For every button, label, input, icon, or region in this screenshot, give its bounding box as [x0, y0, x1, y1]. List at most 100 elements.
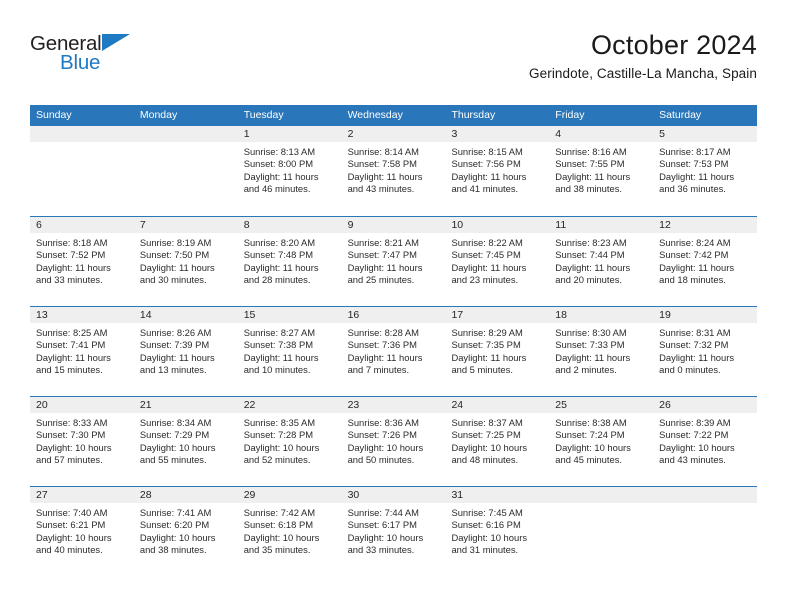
daylight-text-line1: Daylight: 10 hours: [659, 441, 735, 453]
day-number: 3: [451, 128, 458, 140]
day-number-band: 10: [445, 217, 550, 233]
calendar-day-cell[interactable]: 2 Sunrise: 8:14 AM Sunset: 7:58 PM Daylight…: [341, 126, 446, 216]
day-number-band: [30, 126, 134, 142]
day-number: 24: [451, 399, 464, 411]
calendar-day-cell-empty: [549, 487, 654, 576]
sunset-text: Sunset: 7:29 PM: [139, 429, 210, 441]
sunset-text: Sunset: 8:00 PM: [243, 158, 314, 170]
daylight-text-line2: and 36 minutes.: [659, 182, 726, 194]
daylight-text-line1: Daylight: 10 hours: [347, 531, 424, 543]
daylight-text-line2: and 43 minutes.: [347, 182, 415, 194]
calendar-day-cell[interactable]: 27 Sunrise: 7:40 AM Sunset: 6:21 PM Dayligh…: [30, 487, 134, 576]
sunset-text: Sunset: 7:39 PM: [139, 339, 210, 351]
calendar-day-cell-empty: [30, 126, 134, 216]
calendar-day-cell[interactable]: 30 Sunrise: 7:44 AM Sunset: 6:17 PM Dayligh…: [341, 487, 446, 576]
calendar-day-cell[interactable]: 25 Sunrise: 8:38 AM Sunset: 7:24 PM Dayligh…: [549, 397, 654, 486]
day-sun-info: Sunrise: 8:38 AM Sunset: 7:24 PM Daylight:…: [549, 413, 653, 466]
calendar-day-cell[interactable]: 4 Sunrise: 8:16 AM Sunset: 7:55 PM Daylight…: [549, 126, 654, 216]
day-number-band: 11: [549, 217, 654, 233]
day-number: 11: [555, 219, 567, 231]
calendar-day-cell[interactable]: 28 Sunrise: 7:41 AM Sunset: 6:20 PM Dayligh…: [133, 487, 238, 576]
day-number-band: [549, 487, 654, 503]
daylight-text-line2: and 46 minutes.: [243, 182, 311, 194]
calendar-day-cell[interactable]: 9 Sunrise: 8:21 AM Sunset: 7:47 PM Daylight…: [341, 217, 446, 306]
daylight-text-line1: Daylight: 10 hours: [243, 441, 320, 453]
day-number: 18: [555, 309, 567, 321]
calendar-week-row: 6 Sunrise: 8:18 AM Sunset: 7:52 PM Daylight…: [30, 216, 758, 306]
calendar-day-cell[interactable]: 18 Sunrise: 8:30 AM Sunset: 7:33 PM Dayligh…: [549, 307, 654, 396]
sunrise-text: Sunrise: 8:25 AM: [36, 327, 108, 338]
daylight-text-line1: Daylight: 11 hours: [451, 261, 527, 273]
day-sun-info: Sunrise: 8:28 AM Sunset: 7:36 PM Daylight:…: [342, 323, 446, 376]
calendar-day-cell[interactable]: 31 Sunrise: 7:45 AM Sunset: 6:16 PM Dayligh…: [445, 487, 550, 576]
calendar-day-cell[interactable]: 16 Sunrise: 8:28 AM Sunset: 7:36 PM Dayligh…: [341, 307, 446, 396]
day-number-band: 29: [237, 487, 342, 503]
calendar-day-cell[interactable]: 29 Sunrise: 7:42 AM Sunset: 6:18 PM Dayligh…: [237, 487, 342, 576]
sunset-text: Sunset: 7:36 PM: [347, 339, 417, 351]
daylight-text-line2: and 43 minutes.: [659, 453, 726, 465]
calendar-day-cell[interactable]: 17 Sunrise: 8:29 AM Sunset: 7:35 PM Dayligh…: [445, 307, 550, 396]
daylight-text-line1: Daylight: 11 hours: [139, 351, 215, 363]
daylight-text-line1: Daylight: 10 hours: [36, 441, 112, 453]
sunset-text: Sunset: 7:50 PM: [139, 249, 210, 261]
day-number: 16: [347, 309, 360, 321]
calendar-day-cell[interactable]: 20 Sunrise: 8:33 AM Sunset: 7:30 PM Dayligh…: [30, 397, 134, 486]
calendar-day-cell-empty: [133, 126, 238, 216]
daylight-text-line2: and 18 minutes.: [659, 273, 726, 285]
day-number-band: 7: [133, 217, 238, 233]
day-sun-info: Sunrise: 8:26 AM Sunset: 7:39 PM Daylight:…: [134, 323, 238, 376]
calendar-day-cell[interactable]: 13 Sunrise: 8:25 AM Sunset: 7:41 PM Dayligh…: [30, 307, 134, 396]
sunrise-text: Sunrise: 8:30 AM: [555, 327, 627, 338]
weekday-header-wednesday: Wednesday: [347, 109, 403, 121]
daylight-text-line1: Daylight: 11 hours: [555, 351, 631, 363]
day-number: 8: [243, 219, 250, 231]
day-number-band: 24: [445, 397, 550, 413]
calendar-day-cell[interactable]: 3 Sunrise: 8:15 AM Sunset: 7:56 PM Daylight…: [445, 126, 550, 216]
sunrise-text: Sunrise: 7:45 AM: [451, 507, 523, 518]
day-number-band: 13: [30, 307, 134, 323]
calendar-day-cell[interactable]: 26 Sunrise: 8:39 AM Sunset: 7:22 PM Dayligh…: [653, 397, 758, 486]
calendar-day-cell[interactable]: 24 Sunrise: 8:37 AM Sunset: 7:25 PM Dayligh…: [445, 397, 550, 486]
calendar-day-cell[interactable]: 5 Sunrise: 8:17 AM Sunset: 7:53 PM Daylight…: [653, 126, 758, 216]
day-sun-info: Sunrise: 8:16 AM Sunset: 7:55 PM Daylight:…: [549, 142, 653, 195]
calendar-day-cell[interactable]: 8 Sunrise: 8:20 AM Sunset: 7:48 PM Daylight…: [237, 217, 342, 306]
daylight-text-line1: Daylight: 11 hours: [36, 261, 111, 273]
daylight-text-line2: and 45 minutes.: [555, 453, 623, 465]
calendar-day-cell[interactable]: 14 Sunrise: 8:26 AM Sunset: 7:39 PM Dayligh…: [133, 307, 238, 396]
calendar-day-cell[interactable]: 10 Sunrise: 8:22 AM Sunset: 7:45 PM Dayligh…: [445, 217, 550, 306]
calendar-day-cell[interactable]: 7 Sunrise: 8:19 AM Sunset: 7:50 PM Daylight…: [133, 217, 238, 306]
sunset-text: Sunset: 7:58 PM: [347, 158, 417, 170]
day-sun-info: Sunrise: 7:40 AM Sunset: 6:21 PM Daylight:…: [30, 503, 134, 556]
day-sun-info: Sunrise: 8:33 AM Sunset: 7:30 PM Daylight:…: [30, 413, 134, 466]
day-number-band: 19: [653, 307, 758, 323]
calendar-day-cell[interactable]: 21 Sunrise: 8:34 AM Sunset: 7:29 PM Dayligh…: [133, 397, 238, 486]
daylight-text-line1: Daylight: 10 hours: [451, 531, 528, 543]
sunrise-text: Sunrise: 8:31 AM: [659, 327, 731, 338]
day-number: 26: [659, 399, 671, 411]
day-number: 28: [139, 489, 152, 501]
day-sun-info: Sunrise: 8:19 AM Sunset: 7:50 PM Daylight:…: [134, 233, 238, 286]
calendar-day-cell[interactable]: 22 Sunrise: 8:35 AM Sunset: 7:28 PM Dayligh…: [237, 397, 342, 486]
page-title: October 2024: [590, 30, 757, 60]
sunset-text: Sunset: 7:42 PM: [659, 249, 729, 261]
calendar-day-cell[interactable]: 1 Sunrise: 8:13 AM Sunset: 8:00 PM Daylight…: [237, 126, 342, 216]
day-number-band: 14: [133, 307, 238, 323]
calendar-day-cell[interactable]: 23 Sunrise: 8:36 AM Sunset: 7:26 PM Dayligh…: [341, 397, 446, 486]
day-sun-info: Sunrise: 8:37 AM Sunset: 7:25 PM Daylight:…: [445, 413, 549, 466]
day-sun-info: Sunrise: 8:31 AM Sunset: 7:32 PM Daylight:…: [653, 323, 757, 376]
calendar-day-cell[interactable]: 11 Sunrise: 8:23 AM Sunset: 7:44 PM Dayligh…: [549, 217, 654, 306]
calendar-day-cell[interactable]: 19 Sunrise: 8:31 AM Sunset: 7:32 PM Dayligh…: [653, 307, 758, 396]
sunrise-text: Sunrise: 8:37 AM: [451, 417, 523, 428]
calendar-day-cell[interactable]: 12 Sunrise: 8:24 AM Sunset: 7:42 PM Dayligh…: [653, 217, 758, 306]
day-number-band: [653, 487, 758, 503]
weekday-header-monday: Monday: [139, 109, 178, 121]
sunset-text: Sunset: 7:28 PM: [243, 429, 314, 441]
day-sun-info: Sunrise: 8:34 AM Sunset: 7:29 PM Daylight:…: [134, 413, 238, 466]
calendar-day-cell[interactable]: 15 Sunrise: 8:27 AM Sunset: 7:38 PM Dayligh…: [237, 307, 342, 396]
daylight-text-line1: Daylight: 10 hours: [139, 441, 216, 453]
calendar-day-cell[interactable]: 6 Sunrise: 8:18 AM Sunset: 7:52 PM Daylight…: [30, 217, 134, 306]
sunset-text: Sunset: 6:18 PM: [243, 519, 314, 531]
calendar-week-row: 1 Sunrise: 8:13 AM Sunset: 8:00 PM Daylight…: [30, 126, 758, 216]
daylight-text-line2: and 52 minutes.: [243, 453, 311, 465]
sunrise-text: Sunrise: 8:36 AM: [347, 417, 419, 428]
